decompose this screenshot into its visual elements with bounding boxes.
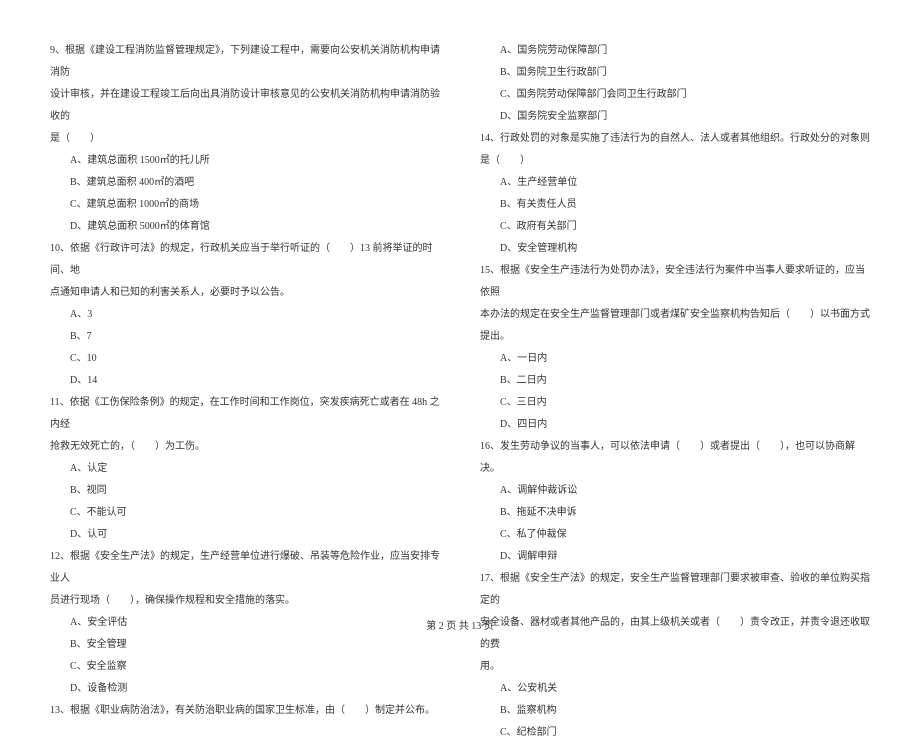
- question-16-line1: 16、发生劳动争议的当事人，可以依法申请（ ）或者提出（ ），也可以协商解决。: [480, 436, 870, 480]
- question-10-option-b: B、7: [50, 326, 440, 348]
- question-17-line1: 17、根据《安全生产法》的规定，安全生产监督管理部门要求被审查、验收的单位购买指…: [480, 568, 870, 612]
- question-14-option-c: C、政府有关部门: [480, 216, 870, 238]
- question-13-option-b: B、国务院卫生行政部门: [480, 62, 870, 84]
- question-10-option-c: C、10: [50, 348, 440, 370]
- question-15-line2: 本办法的规定在安全生产监督管理部门或者煤矿安全监察机构告知后（ ）以书面方式提出…: [480, 304, 870, 348]
- question-11-line1: 11、依据《工伤保险条例》的规定，在工作时间和工作岗位，突发疾病死亡或者在 48…: [50, 392, 440, 436]
- question-15-line1: 15、根据《安全生产违法行为处罚办法》，安全违法行为案件中当事人要求听证的，应当…: [480, 260, 870, 304]
- question-11-option-d: D、认可: [50, 524, 440, 546]
- question-15-option-b: B、二日内: [480, 370, 870, 392]
- question-11-option-b: B、视同: [50, 480, 440, 502]
- question-12-option-b: B、安全管理: [50, 634, 440, 656]
- question-13-option-a: A、国务院劳动保障部门: [480, 40, 870, 62]
- question-15-option-d: D、四日内: [480, 414, 870, 436]
- question-10-option-d: D、14: [50, 370, 440, 392]
- left-column: 9、根据《建设工程消防监督管理规定》，下列建设工程中，需要向公安机关消防机构申请…: [50, 40, 440, 600]
- question-15-option-c: C、三日内: [480, 392, 870, 414]
- question-9-option-c: C、建筑总面积 1000㎡的商场: [50, 194, 440, 216]
- document-columns: 9、根据《建设工程消防监督管理规定》，下列建设工程中，需要向公安机关消防机构申请…: [50, 40, 870, 600]
- question-10-line1: 10、依据《行政许可法》的规定，行政机关应当于举行听证的（ ）13 前将举证的时…: [50, 238, 440, 282]
- question-9-line1: 9、根据《建设工程消防监督管理规定》，下列建设工程中，需要向公安机关消防机构申请…: [50, 40, 440, 84]
- question-14-line1: 14、行政处罚的对象是实施了违法行为的自然人、法人或者其他组织。行政处分的对象则…: [480, 128, 870, 172]
- question-9-option-a: A、建筑总面积 1500㎡的托儿所: [50, 150, 440, 172]
- question-13-option-d: D、国务院安全监察部门: [480, 106, 870, 128]
- question-17-option-a: A、公安机关: [480, 678, 870, 700]
- question-9-option-b: B、建筑总面积 400㎡的酒吧: [50, 172, 440, 194]
- question-16-option-a: A、调解仲裁诉讼: [480, 480, 870, 502]
- question-17-line3: 用。: [480, 656, 870, 678]
- question-10-line2: 点通知申请人和已知的利害关系人，必要时予以公告。: [50, 282, 440, 304]
- question-16-option-b: B、拖延不决申诉: [480, 502, 870, 524]
- question-13-line1: 13、根据《职业病防治法》，有关防治职业病的国家卫生标准，由（ ）制定并公布。: [50, 700, 440, 722]
- question-11-option-a: A、认定: [50, 458, 440, 480]
- question-12-line1: 12、根据《安全生产法》的规定，生产经营单位进行爆破、吊装等危险作业，应当安排专…: [50, 546, 440, 590]
- question-17-option-c: C、纪检部门: [480, 722, 870, 744]
- question-14-option-a: A、生产经营单位: [480, 172, 870, 194]
- question-10-option-a: A、3: [50, 304, 440, 326]
- question-9-line3: 是（ ）: [50, 128, 440, 150]
- question-9-option-d: D、建筑总面积 5000㎡的体育馆: [50, 216, 440, 238]
- question-14-option-d: D、安全管理机构: [480, 238, 870, 260]
- question-11-option-c: C、不能认可: [50, 502, 440, 524]
- question-12-line2: 员进行现场（ ），确保操作规程和安全措施的落实。: [50, 590, 440, 612]
- question-14-option-b: B、有关责任人员: [480, 194, 870, 216]
- question-11-line2: 抢救无效死亡的，（ ）为工伤。: [50, 436, 440, 458]
- question-17-option-b: B、监察机构: [480, 700, 870, 722]
- question-12-option-c: C、安全监察: [50, 656, 440, 678]
- question-16-option-c: C、私了仲裁保: [480, 524, 870, 546]
- question-9-line2: 设计审核，并在建设工程竣工后向出具消防设计审核意见的公安机关消防机构申请消防验收…: [50, 84, 440, 128]
- page-footer: 第 2 页 共 13 页: [0, 617, 920, 632]
- question-16-option-d: D、调解申辩: [480, 546, 870, 568]
- question-15-option-a: A、一日内: [480, 348, 870, 370]
- right-column: A、国务院劳动保障部门 B、国务院卫生行政部门 C、国务院劳动保障部门会同卫生行…: [480, 40, 870, 600]
- question-13-option-c: C、国务院劳动保障部门会同卫生行政部门: [480, 84, 870, 106]
- question-12-option-d: D、设备检测: [50, 678, 440, 700]
